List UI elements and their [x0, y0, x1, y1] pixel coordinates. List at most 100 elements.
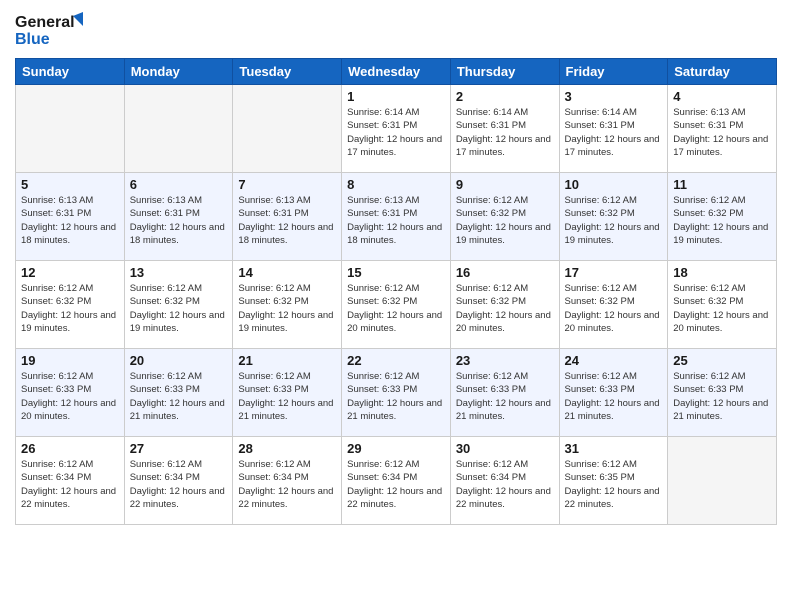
day-number: 4 — [673, 89, 771, 104]
day-number: 28 — [238, 441, 336, 456]
calendar-cell: 4 Sunrise: 6:13 AM Sunset: 6:31 PM Daylig… — [668, 85, 777, 173]
day-number: 22 — [347, 353, 445, 368]
weekday-header-wednesday: Wednesday — [342, 59, 451, 85]
logo-svg: GeneralBlue — [15, 10, 95, 50]
calendar-cell — [16, 85, 125, 173]
day-info: Sunrise: 6:13 AM Sunset: 6:31 PM Dayligh… — [238, 194, 336, 247]
calendar-cell: 12 Sunrise: 6:12 AM Sunset: 6:32 PM Dayli… — [16, 261, 125, 349]
calendar-cell: 9Sunrise: 6:12 AM Sunset: 6:32 PM Daylig… — [450, 173, 559, 261]
calendar-cell: 11 Sunrise: 6:12 AM Sunset: 6:32 PM Dayli… — [668, 173, 777, 261]
calendar-cell: 23Sunrise: 6:12 AM Sunset: 6:33 PM Dayli… — [450, 349, 559, 437]
day-number: 15 — [347, 265, 445, 280]
day-info: Sunrise: 6:12 AM Sunset: 6:32 PM Dayligh… — [238, 282, 336, 335]
calendar-cell: 21Sunrise: 6:12 AM Sunset: 6:33 PM Dayli… — [233, 349, 342, 437]
day-number: 8 — [347, 177, 445, 192]
calendar-cell: 30 Sunrise: 6:12 AM Sunset: 6:34 PM Dayli… — [450, 437, 559, 525]
day-number: 7 — [238, 177, 336, 192]
calendar-cell: 17 Sunrise: 6:12 AM Sunset: 6:32 PM Dayli… — [559, 261, 668, 349]
day-number: 11 — [673, 177, 771, 192]
day-number: 17 — [565, 265, 663, 280]
day-info: Sunrise: 6:12 AM Sunset: 6:34 PM Dayligh… — [456, 458, 554, 511]
day-info: Sunrise: 6:12 AM Sunset: 6:35 PM Dayligh… — [565, 458, 663, 511]
calendar-cell: 19Sunrise: 6:12 AM Sunset: 6:33 PM Dayli… — [16, 349, 125, 437]
day-info: Sunrise: 6:14 AM Sunset: 6:31 PM Dayligh… — [565, 106, 663, 159]
day-info: Sunrise: 6:12 AM Sunset: 6:34 PM Dayligh… — [21, 458, 119, 511]
calendar-cell: 20Sunrise: 6:12 AM Sunset: 6:33 PM Dayli… — [124, 349, 233, 437]
day-info: Sunrise: 6:12 AM Sunset: 6:32 PM Dayligh… — [565, 282, 663, 335]
day-number: 23 — [456, 353, 554, 368]
calendar-cell: 22 Sunrise: 6:12 AM Sunset: 6:33 PM Dayli… — [342, 349, 451, 437]
calendar-cell: 10 Sunrise: 6:12 AM Sunset: 6:32 PM Dayli… — [559, 173, 668, 261]
day-number: 6 — [130, 177, 228, 192]
day-info: Sunrise: 6:13 AM Sunset: 6:31 PM Dayligh… — [21, 194, 119, 247]
day-number: 10 — [565, 177, 663, 192]
calendar-page: GeneralBlue SundayMondayTuesdayWednesday… — [0, 0, 792, 612]
weekday-header-monday: Monday — [124, 59, 233, 85]
weekday-header-sunday: Sunday — [16, 59, 125, 85]
day-info: Sunrise: 6:12 AM Sunset: 6:33 PM Dayligh… — [130, 370, 228, 423]
day-number: 27 — [130, 441, 228, 456]
calendar-row: 19 Sunrise: 6:12 AM Sunset: 6:33 PM Dayli… — [16, 349, 777, 437]
calendar-cell: 24 Sunrise: 6:12 AM Sunset: 6:33 PM Dayli… — [559, 349, 668, 437]
logo: GeneralBlue — [15, 10, 95, 50]
day-info: Sunrise: 6:12 AM Sunset: 6:34 PM Dayligh… — [238, 458, 336, 511]
day-info: Sunrise: 6:12 AM Sunset: 6:34 PM Dayligh… — [347, 458, 445, 511]
day-info: Sunrise: 6:12 AM Sunset: 6:32 PM Dayligh… — [565, 194, 663, 247]
day-info: Sunrise: 6:12 AM Sunset: 6:34 PM Dayligh… — [130, 458, 228, 511]
day-number: 18 — [673, 265, 771, 280]
day-number: 1 — [347, 89, 445, 104]
calendar-cell: 15Sunrise: 6:12 AM Sunset: 6:32 PM Dayli… — [342, 261, 451, 349]
day-info: Sunrise: 6:12 AM Sunset: 6:33 PM Dayligh… — [347, 370, 445, 423]
day-number: 9 — [456, 177, 554, 192]
day-number: 25 — [673, 353, 771, 368]
day-number: 24 — [565, 353, 663, 368]
day-info: Sunrise: 6:12 AM Sunset: 6:33 PM Dayligh… — [673, 370, 771, 423]
svg-text:Blue: Blue — [15, 31, 50, 48]
day-info: Sunrise: 6:12 AM Sunset: 6:33 PM Dayligh… — [565, 370, 663, 423]
calendar-cell: 8 Sunrise: 6:13 AM Sunset: 6:31 PM Daylig… — [342, 173, 451, 261]
calendar-row: 12 Sunrise: 6:12 AM Sunset: 6:32 PM Dayli… — [16, 261, 777, 349]
calendar-cell: 26 Sunrise: 6:12 AM Sunset: 6:34 PM Dayli… — [16, 437, 125, 525]
calendar-cell: 18Sunrise: 6:12 AM Sunset: 6:32 PM Dayli… — [668, 261, 777, 349]
calendar-cell: 25 Sunrise: 6:12 AM Sunset: 6:33 PM Dayli… — [668, 349, 777, 437]
calendar-cell — [668, 437, 777, 525]
calendar-table: SundayMondayTuesdayWednesdayThursdayFrid… — [15, 58, 777, 525]
calendar-cell: 29Sunrise: 6:12 AM Sunset: 6:34 PM Dayli… — [342, 437, 451, 525]
day-info: Sunrise: 6:12 AM Sunset: 6:32 PM Dayligh… — [130, 282, 228, 335]
calendar-row: 5 Sunrise: 6:13 AM Sunset: 6:31 PM Daylig… — [16, 173, 777, 261]
day-info: Sunrise: 6:13 AM Sunset: 6:31 PM Dayligh… — [673, 106, 771, 159]
day-number: 26 — [21, 441, 119, 456]
day-number: 5 — [21, 177, 119, 192]
header: GeneralBlue — [15, 10, 777, 50]
calendar-cell: 13 Sunrise: 6:12 AM Sunset: 6:32 PM Dayli… — [124, 261, 233, 349]
day-info: Sunrise: 6:12 AM Sunset: 6:32 PM Dayligh… — [673, 194, 771, 247]
day-number: 19 — [21, 353, 119, 368]
day-number: 30 — [456, 441, 554, 456]
day-info: Sunrise: 6:12 AM Sunset: 6:32 PM Dayligh… — [456, 282, 554, 335]
day-number: 16 — [456, 265, 554, 280]
day-number: 21 — [238, 353, 336, 368]
day-number: 13 — [130, 265, 228, 280]
calendar-cell: 3 Sunrise: 6:14 AM Sunset: 6:31 PM Daylig… — [559, 85, 668, 173]
calendar-cell: 28 Sunrise: 6:12 AM Sunset: 6:34 PM Dayli… — [233, 437, 342, 525]
calendar-cell — [124, 85, 233, 173]
calendar-cell: 7 Sunrise: 6:13 AM Sunset: 6:31 PM Daylig… — [233, 173, 342, 261]
day-info: Sunrise: 6:13 AM Sunset: 6:31 PM Dayligh… — [347, 194, 445, 247]
weekday-header-saturday: Saturday — [668, 59, 777, 85]
calendar-cell — [233, 85, 342, 173]
day-number: 3 — [565, 89, 663, 104]
day-number: 14 — [238, 265, 336, 280]
calendar-cell: 27 Sunrise: 6:12 AM Sunset: 6:34 PM Dayli… — [124, 437, 233, 525]
weekday-header-tuesday: Tuesday — [233, 59, 342, 85]
day-number: 2 — [456, 89, 554, 104]
svg-text:General: General — [15, 14, 75, 31]
day-number: 12 — [21, 265, 119, 280]
calendar-cell: 6Sunrise: 6:13 AM Sunset: 6:31 PM Daylig… — [124, 173, 233, 261]
calendar-row: 1 Sunrise: 6:14 AM Sunset: 6:31 PM Daylig… — [16, 85, 777, 173]
calendar-row: 26 Sunrise: 6:12 AM Sunset: 6:34 PM Dayli… — [16, 437, 777, 525]
day-info: Sunrise: 6:14 AM Sunset: 6:31 PM Dayligh… — [456, 106, 554, 159]
weekday-header-thursday: Thursday — [450, 59, 559, 85]
calendar-cell: 14 Sunrise: 6:12 AM Sunset: 6:32 PM Dayli… — [233, 261, 342, 349]
calendar-cell: 5 Sunrise: 6:13 AM Sunset: 6:31 PM Daylig… — [16, 173, 125, 261]
day-info: Sunrise: 6:12 AM Sunset: 6:32 PM Dayligh… — [21, 282, 119, 335]
